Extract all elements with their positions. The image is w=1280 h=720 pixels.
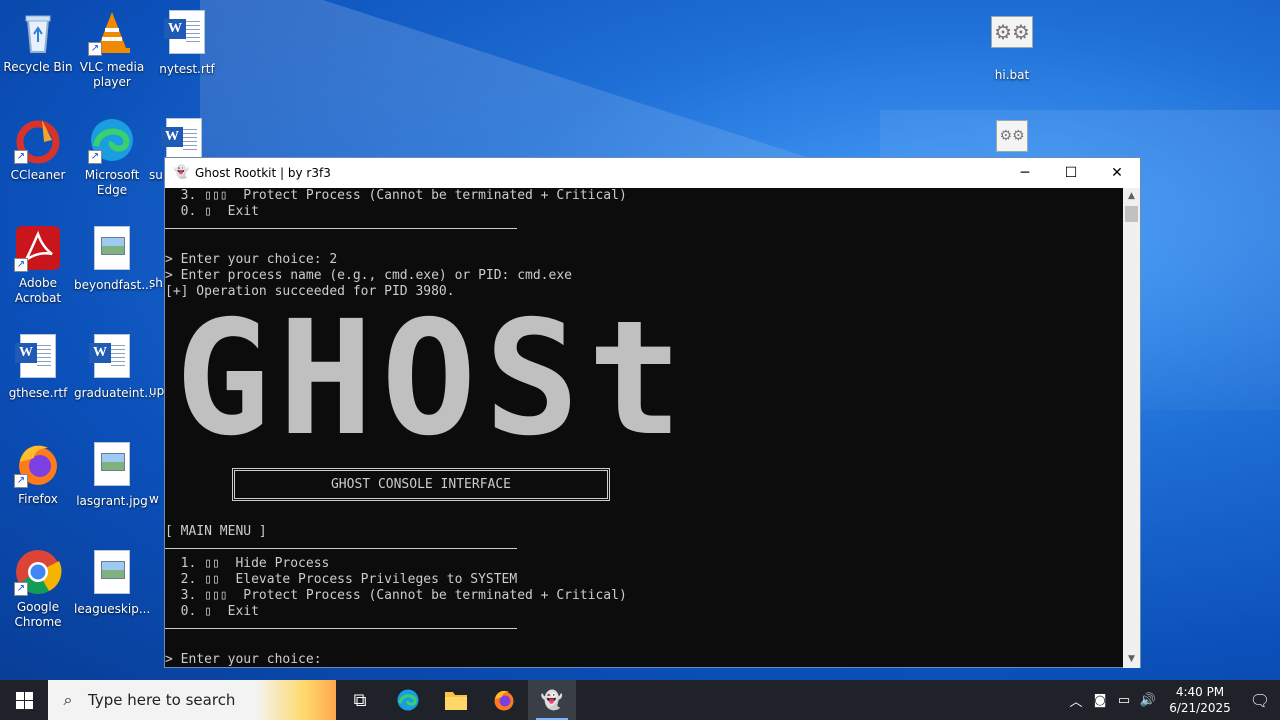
console-line: 3. ▯▯▯ Protect Process (Cannot be termin… <box>165 188 627 203</box>
window-title: Ghost Rootkit | by r3f3 <box>195 166 331 180</box>
shortcut-arrow-icon: ↗ <box>14 582 28 596</box>
shortcut-arrow-icon: ↗ <box>88 42 102 56</box>
scroll-down-arrow-icon[interactable]: ▼ <box>1123 651 1140 668</box>
taskbar: ⌕ Type here to search ⧉ 👻 ︿ ◙ ▭ 🔊 4:40 P… <box>0 680 1280 720</box>
desktop-icon-beyondfast[interactable]: beyondfast... <box>74 224 153 293</box>
search-icon: ⌕ <box>63 690 73 709</box>
word-document-icon: W <box>88 334 136 382</box>
image-file-icon <box>88 442 136 490</box>
clock-date: 6/21/2025 <box>1169 701 1231 715</box>
desktop-icon-recycle-bin[interactable]: Recycle Bin <box>0 8 76 75</box>
console-output[interactable]: 3. ▯▯▯ Protect Process (Cannot be termin… <box>165 188 1124 668</box>
ccleaner-icon: ↗ <box>14 116 62 164</box>
console-line: 0. ▯ Exit <box>165 204 259 219</box>
chrome-icon: ↗ <box>14 548 62 596</box>
task-view-button[interactable]: ⧉ <box>336 680 384 720</box>
task-view-icon: ⧉ <box>353 689 367 711</box>
desktop-icon-gthese[interactable]: W gthese.rtf <box>0 332 76 401</box>
edge-icon: ↗ <box>88 116 136 164</box>
taskbar-firefox-button[interactable] <box>480 680 528 720</box>
volume-icon[interactable]: 🔊 <box>1136 693 1160 708</box>
scroll-thumb[interactable] <box>1125 206 1138 222</box>
menu-header: [ MAIN MENU ] <box>165 524 267 539</box>
desktop-icon-adobe-acrobat[interactable]: ↗ Adobe Acrobat <box>0 224 76 306</box>
scroll-up-arrow-icon[interactable]: ▲ <box>1123 188 1140 205</box>
ghost-banner-text: GHOSt <box>175 287 691 471</box>
notifications-icon[interactable]: 🗨 <box>1240 691 1280 710</box>
vlc-icon: ↗ <box>88 8 136 56</box>
interface-title-box: GHOST CONSOLE INTERFACE <box>232 468 610 501</box>
folder-icon <box>445 692 467 710</box>
menu-item: 2. ▯▯ Elevate Process Privileges to SYST… <box>165 572 518 587</box>
webcam-icon[interactable]: ◙ <box>1088 693 1112 708</box>
desktop-icon-lasgrant[interactable]: lasgrant.jpg <box>74 440 150 509</box>
show-hidden-icons-chevron-icon[interactable]: ︿ <box>1064 691 1088 710</box>
desktop-icon-hi-bat[interactable]: ⚙⚙ hi.bat <box>974 8 1050 83</box>
console-prompt[interactable]: > Enter your choice: <box>165 652 322 668</box>
desktop-icon-ccleaner[interactable]: ↗ CCleaner <box>0 116 76 183</box>
desktop-icon-microsoft-edge[interactable]: ↗ Microsoft Edge <box>74 116 150 198</box>
minimize-button[interactable]: ─ <box>1002 158 1048 188</box>
shortcut-arrow-icon: ↗ <box>88 150 102 164</box>
menu-item: 1. ▯▯ Hide Process <box>165 556 330 571</box>
shortcut-arrow-icon: ↗ <box>14 474 28 488</box>
desktop-icon-leagueskip[interactable]: leagueskip... <box>74 548 150 617</box>
taskbar-search-box[interactable]: ⌕ Type here to search <box>48 680 336 720</box>
word-document-icon: W <box>163 10 211 58</box>
console-line: > Enter your choice: 2 <box>165 252 338 267</box>
word-document-icon: W <box>161 118 204 162</box>
ghost-ascii-banner: GHOSt <box>175 300 685 458</box>
ghost-icon: 👻 <box>173 165 190 180</box>
desktop-icon-vlc[interactable]: ↗ VLC media player <box>74 8 150 90</box>
menu-item: 3. ▯▯▯ Protect Process (Cannot be termin… <box>165 588 627 603</box>
window-titlebar[interactable]: 👻 Ghost Rootkit | by r3f3 ─ ☐ ✕ <box>165 158 1140 188</box>
image-file-icon <box>88 226 136 274</box>
desktop-icon-nytest[interactable]: W nytest.rtf <box>149 8 225 77</box>
taskbar-clock[interactable]: 4:40 PM 6/21/2025 <box>1160 684 1240 716</box>
desktop-icon-google-chrome[interactable]: ↗ Google Chrome <box>0 548 76 630</box>
firefox-icon: ↗ <box>14 440 62 488</box>
network-icon[interactable]: ▭ <box>1112 693 1136 708</box>
edge-icon <box>397 689 419 711</box>
console-divider <box>165 548 517 549</box>
shortcut-arrow-icon: ↗ <box>14 258 28 272</box>
system-tray: ︿ ◙ ▭ 🔊 4:40 PM 6/21/2025 🗨 <box>1064 680 1280 720</box>
batch-file-gears-icon: ⚙⚙ <box>996 118 1030 158</box>
batch-file-gears-icon: ⚙⚙ <box>988 16 1036 64</box>
close-button[interactable]: ✕ <box>1094 158 1140 188</box>
clock-time: 4:40 PM <box>1175 685 1225 699</box>
image-file-icon <box>88 550 136 598</box>
search-placeholder: Type here to search <box>88 691 236 709</box>
ghost-icon: 👻 <box>540 689 564 711</box>
recycle-bin-icon <box>14 8 62 56</box>
taskbar-edge-button[interactable] <box>384 680 432 720</box>
word-document-icon: W <box>14 334 62 382</box>
console-window[interactable]: 👻 Ghost Rootkit | by r3f3 ─ ☐ ✕ 3. ▯▯▯ P… <box>164 157 1141 668</box>
acrobat-icon: ↗ <box>14 224 62 272</box>
console-divider <box>165 228 517 229</box>
shortcut-arrow-icon: ↗ <box>14 150 28 164</box>
firefox-icon <box>494 690 514 711</box>
console-scrollbar[interactable]: ▲ ▼ <box>1123 188 1140 668</box>
desktop-icon-firefox[interactable]: ↗ Firefox <box>0 440 76 507</box>
desktop-icon-graduateint[interactable]: W graduateint... <box>74 332 156 401</box>
console-line: > Enter process name (e.g., cmd.exe) or … <box>165 268 572 283</box>
start-button[interactable] <box>0 680 48 720</box>
taskbar-ghost-rootkit-button[interactable]: 👻 <box>528 680 576 720</box>
menu-item: 0. ▯ Exit <box>165 604 259 619</box>
taskbar-file-explorer-button[interactable] <box>432 680 480 720</box>
console-divider <box>165 628 517 629</box>
search-highlight-flowers <box>256 680 336 720</box>
maximize-button[interactable]: ☐ <box>1048 158 1094 188</box>
